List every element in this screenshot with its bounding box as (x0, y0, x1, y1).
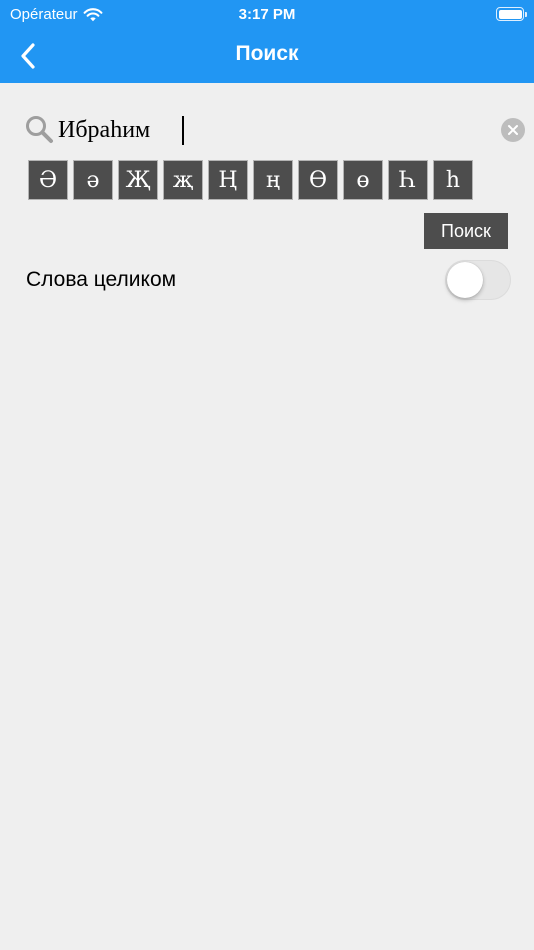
top-bar: Opérateur 3:17 PM Поиск (0, 0, 534, 83)
toggle-knob (447, 262, 483, 298)
key-en-descender-upper[interactable]: Ң (208, 160, 248, 200)
search-button[interactable]: Поиск (424, 213, 508, 249)
key-en-descender-lower[interactable]: ң (253, 160, 293, 200)
status-bar: Opérateur 3:17 PM (0, 0, 534, 28)
battery-icon (496, 7, 527, 21)
search-input[interactable] (58, 113, 488, 147)
status-time: 3:17 PM (238, 6, 296, 23)
search-icon (26, 116, 53, 143)
text-cursor (182, 116, 184, 145)
key-barred-o-lower[interactable]: ө (343, 160, 383, 200)
whole-words-toggle[interactable] (445, 260, 511, 300)
key-zhe-descender-upper[interactable]: Җ (118, 160, 158, 200)
special-characters-keyboard: Ә ә Җ җ Ң ң Ө ө Һ һ (28, 160, 473, 200)
key-schwa-lower[interactable]: ә (73, 160, 113, 200)
close-icon (508, 125, 518, 135)
key-schwa-upper[interactable]: Ә (28, 160, 68, 200)
navigation-bar: Поиск (0, 28, 534, 83)
key-shha-upper[interactable]: Һ (388, 160, 428, 200)
battery-level (498, 9, 522, 19)
key-barred-o-upper[interactable]: Ө (298, 160, 338, 200)
whole-words-label: Слова целиком (26, 268, 177, 291)
key-zhe-descender-lower[interactable]: җ (163, 160, 203, 200)
clear-search-button[interactable] (501, 118, 525, 142)
page-title: Поиск (235, 42, 299, 65)
search-bar (22, 112, 528, 148)
key-shha-lower[interactable]: һ (433, 160, 473, 200)
